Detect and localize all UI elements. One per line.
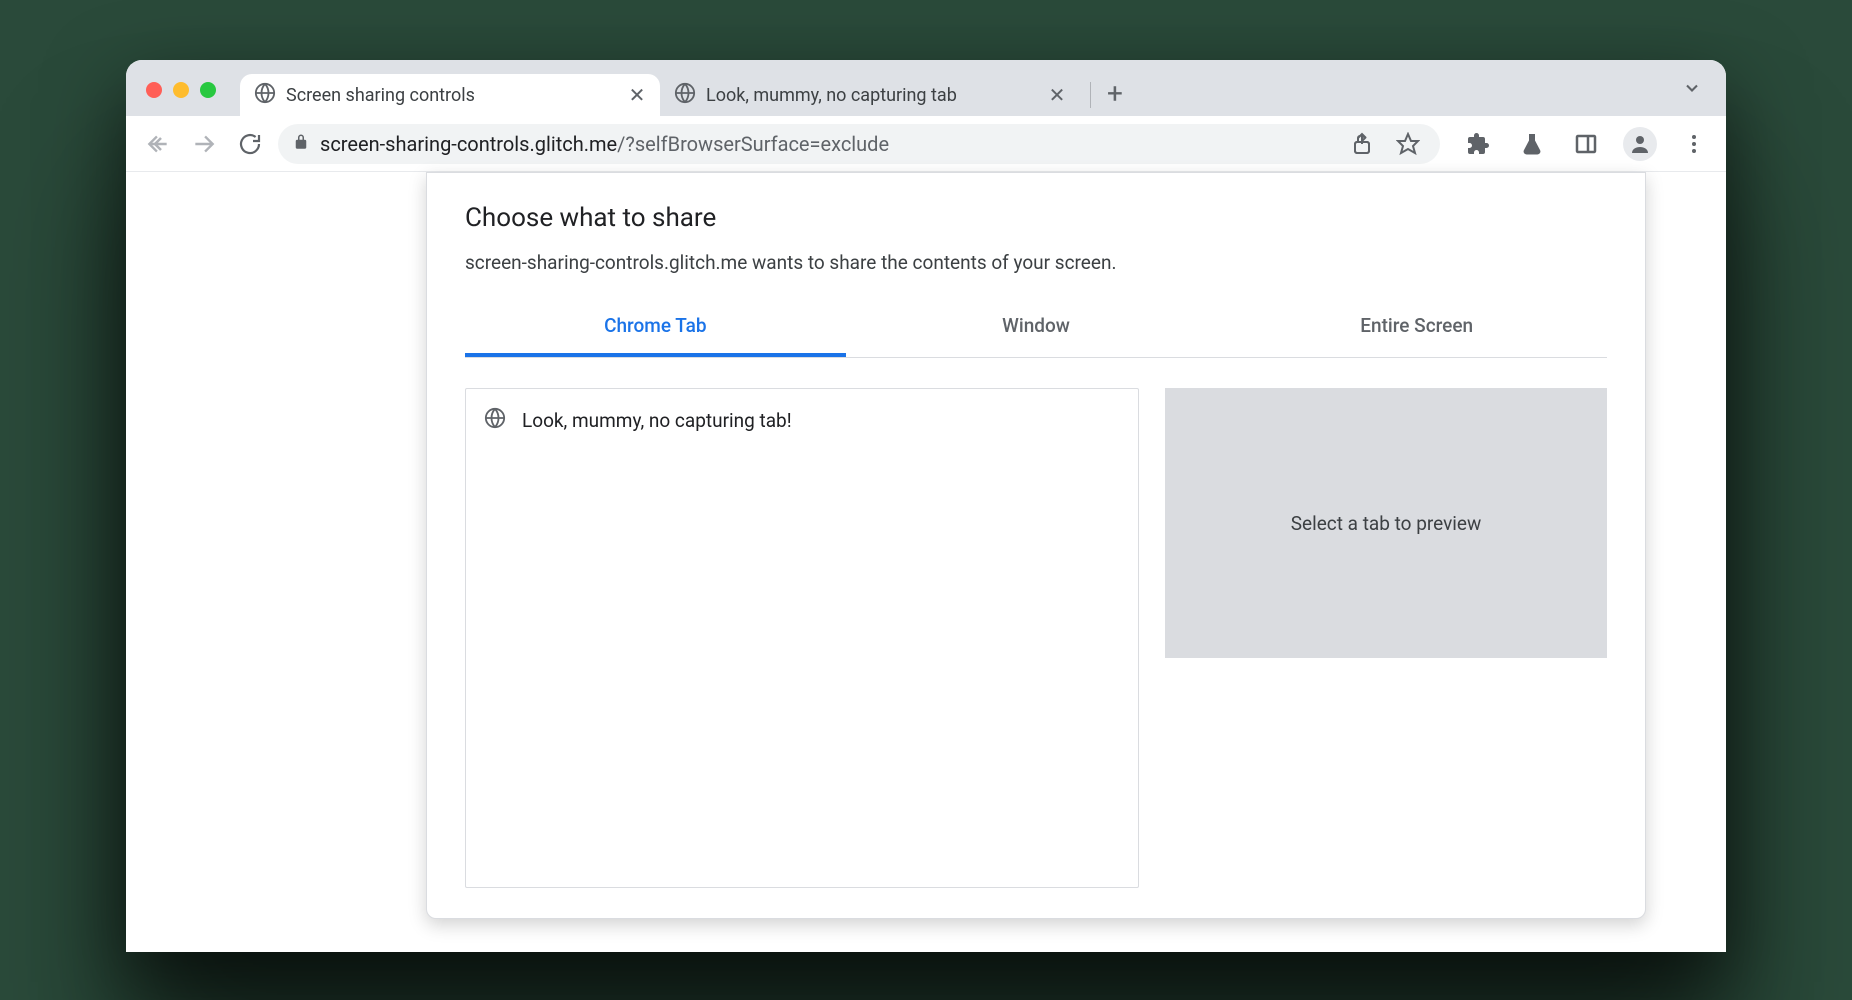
reload-button[interactable] (232, 126, 268, 162)
window-controls (146, 82, 216, 98)
bookmark-star-icon[interactable] (1390, 126, 1426, 162)
back-button[interactable] (140, 126, 176, 162)
labs-icon[interactable] (1514, 126, 1550, 162)
browser-tab[interactable]: Look, mummy, no capturing tab ✕ (660, 74, 1080, 116)
new-tab-button[interactable]: + (1107, 77, 1123, 110)
dialog-subtitle: screen-sharing-controls.glitch.me wants … (465, 251, 1607, 274)
dialog-tab-window[interactable]: Window (846, 302, 1227, 357)
profile-avatar[interactable] (1622, 126, 1658, 162)
browser-tabs: Screen sharing controls ✕ Look, mummy, n… (240, 70, 1123, 116)
maximize-window-button[interactable] (200, 82, 216, 98)
toolbar-actions (1460, 126, 1712, 162)
page-viewport: Choose what to share screen-sharing-cont… (126, 172, 1726, 952)
tab-title: Look, mummy, no capturing tab (706, 85, 1038, 106)
list-item-label: Look, mummy, no capturing tab! (522, 409, 792, 432)
list-item[interactable]: Look, mummy, no capturing tab! (480, 401, 1124, 440)
url-query: ?selfBrowserSurface=exclude (625, 132, 889, 156)
globe-icon (674, 82, 696, 109)
globe-icon (484, 407, 506, 434)
extensions-icon[interactable] (1460, 126, 1496, 162)
tab-divider (1090, 82, 1091, 108)
all-tabs-button[interactable] (1682, 78, 1702, 102)
forward-button[interactable] (186, 126, 222, 162)
share-url-icon[interactable] (1344, 126, 1380, 162)
lock-icon (292, 132, 310, 156)
url-host: screen-sharing-controls.glitch.me (320, 132, 617, 156)
globe-icon (254, 82, 276, 109)
tab-title: Screen sharing controls (286, 85, 618, 106)
dialog-tab-entire-screen[interactable]: Entire Screen (1226, 302, 1607, 357)
dialog-tabs: Chrome Tab Window Entire Screen (465, 302, 1607, 358)
side-panel-icon[interactable] (1568, 126, 1604, 162)
close-tab-icon[interactable]: ✕ (628, 86, 646, 104)
preview-text: Select a tab to preview (1291, 512, 1482, 535)
preview-placeholder: Select a tab to preview (1165, 388, 1607, 658)
toolbar: screen-sharing-controls.glitch.me/?selfB… (126, 116, 1726, 172)
shareable-tab-list: Look, mummy, no capturing tab! (465, 388, 1139, 888)
close-tab-icon[interactable]: ✕ (1048, 86, 1066, 104)
close-window-button[interactable] (146, 82, 162, 98)
dialog-body: Look, mummy, no capturing tab! Select a … (465, 358, 1607, 918)
minimize-window-button[interactable] (173, 82, 189, 98)
browser-window: Screen sharing controls ✕ Look, mummy, n… (126, 60, 1726, 952)
dialog-tab-chrome-tab[interactable]: Chrome Tab (465, 302, 846, 357)
url-text: screen-sharing-controls.glitch.me/?selfB… (320, 132, 1334, 156)
tab-strip: Screen sharing controls ✕ Look, mummy, n… (126, 60, 1726, 116)
menu-icon[interactable] (1676, 126, 1712, 162)
address-bar[interactable]: screen-sharing-controls.glitch.me/?selfB… (278, 124, 1440, 164)
browser-tab-active[interactable]: Screen sharing controls ✕ (240, 74, 660, 116)
dialog-title: Choose what to share (465, 203, 1607, 233)
screen-share-dialog: Choose what to share screen-sharing-cont… (426, 172, 1646, 919)
